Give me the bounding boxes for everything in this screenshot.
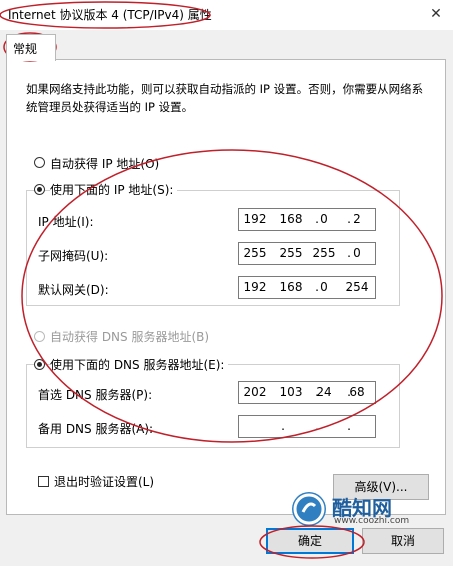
gw-octet-3: 0 <box>320 280 328 294</box>
auto-dns-label: 自动获得 DNS 服务器地址(B) <box>50 330 210 344</box>
manual-ip-label: 使用下面的 IP 地址(S): <box>50 181 178 198</box>
gateway-input[interactable]: 192 . 168 . 0 . 254 <box>238 276 376 299</box>
gateway-label: 默认网关(D): <box>38 283 109 297</box>
dns1-octet-3: 24 <box>316 385 332 399</box>
gw-octet-4: 254 <box>345 280 369 294</box>
alternate-dns-input[interactable]: . . . <box>238 415 376 438</box>
close-icon[interactable]: ✕ <box>426 4 446 24</box>
ip-dot: . <box>281 419 285 433</box>
ip-address-input[interactable]: 192 . 168 . 0 . 2 <box>238 208 376 231</box>
coozhi-url: www.coozhi.com <box>334 516 410 526</box>
cancel-button[interactable]: 取消 <box>362 528 444 554</box>
ok-button[interactable]: 确定 <box>266 528 354 554</box>
ip-dot: . <box>315 419 319 433</box>
ip-octet-4: 2 <box>353 212 361 226</box>
manual-dns-label: 使用下面的 DNS 服务器地址(E): <box>50 356 229 373</box>
subnet-mask-input[interactable]: 255 . 255 . 255 . 0 <box>238 242 376 265</box>
subnet-mask-label: 子网掩码(U): <box>38 249 109 263</box>
alternate-dns-label: 备用 DNS 服务器(A): <box>38 422 154 436</box>
manual-ip-radio[interactable] <box>34 184 45 195</box>
mask-octet-4: 0 <box>353 246 361 260</box>
ip-octet-3: 0 <box>320 212 328 226</box>
validate-checkbox[interactable] <box>38 476 49 487</box>
manual-dns-radio[interactable] <box>34 359 45 370</box>
coozhi-watermark: 酷知网 www.coozhi.com <box>292 492 442 528</box>
coozhi-logo-icon <box>292 492 326 526</box>
dns1-octet-2: 103 <box>279 385 303 399</box>
window-title: Internet 协议版本 4 (TCP/IPv4) 属性 <box>8 8 212 22</box>
tab-general-label: 常规 <box>13 42 38 56</box>
preferred-dns-input[interactable]: 202 . 103 . 24 . 68 <box>238 381 376 404</box>
ip-octet-2: 168 <box>279 212 303 226</box>
auto-dns-radio[interactable] <box>34 331 45 342</box>
dns1-octet-1: 202 <box>243 385 267 399</box>
auto-ip-label: 自动获得 IP 地址(O) <box>50 157 160 171</box>
description-text: 如果网络支持此功能，则可以获取自动指派的 IP 设置。否则，你需要从网络系统管理… <box>26 82 424 114</box>
mask-octet-2: 255 <box>279 246 303 260</box>
validate-label: 退出时验证设置(L) <box>54 475 155 489</box>
auto-ip-radio[interactable] <box>34 157 45 168</box>
gw-octet-1: 192 <box>243 280 267 294</box>
gw-octet-2: 168 <box>279 280 303 294</box>
ip-address-label: IP 地址(I): <box>38 215 94 229</box>
dns1-octet-4: 68 <box>349 385 365 399</box>
mask-octet-1: 255 <box>243 246 267 260</box>
preferred-dns-label: 首选 DNS 服务器(P): <box>38 388 153 402</box>
ip-octet-1: 192 <box>243 212 267 226</box>
mask-octet-3: 255 <box>312 246 336 260</box>
tab-general[interactable]: 常规 <box>6 34 56 61</box>
ip-dot: . <box>347 419 351 433</box>
